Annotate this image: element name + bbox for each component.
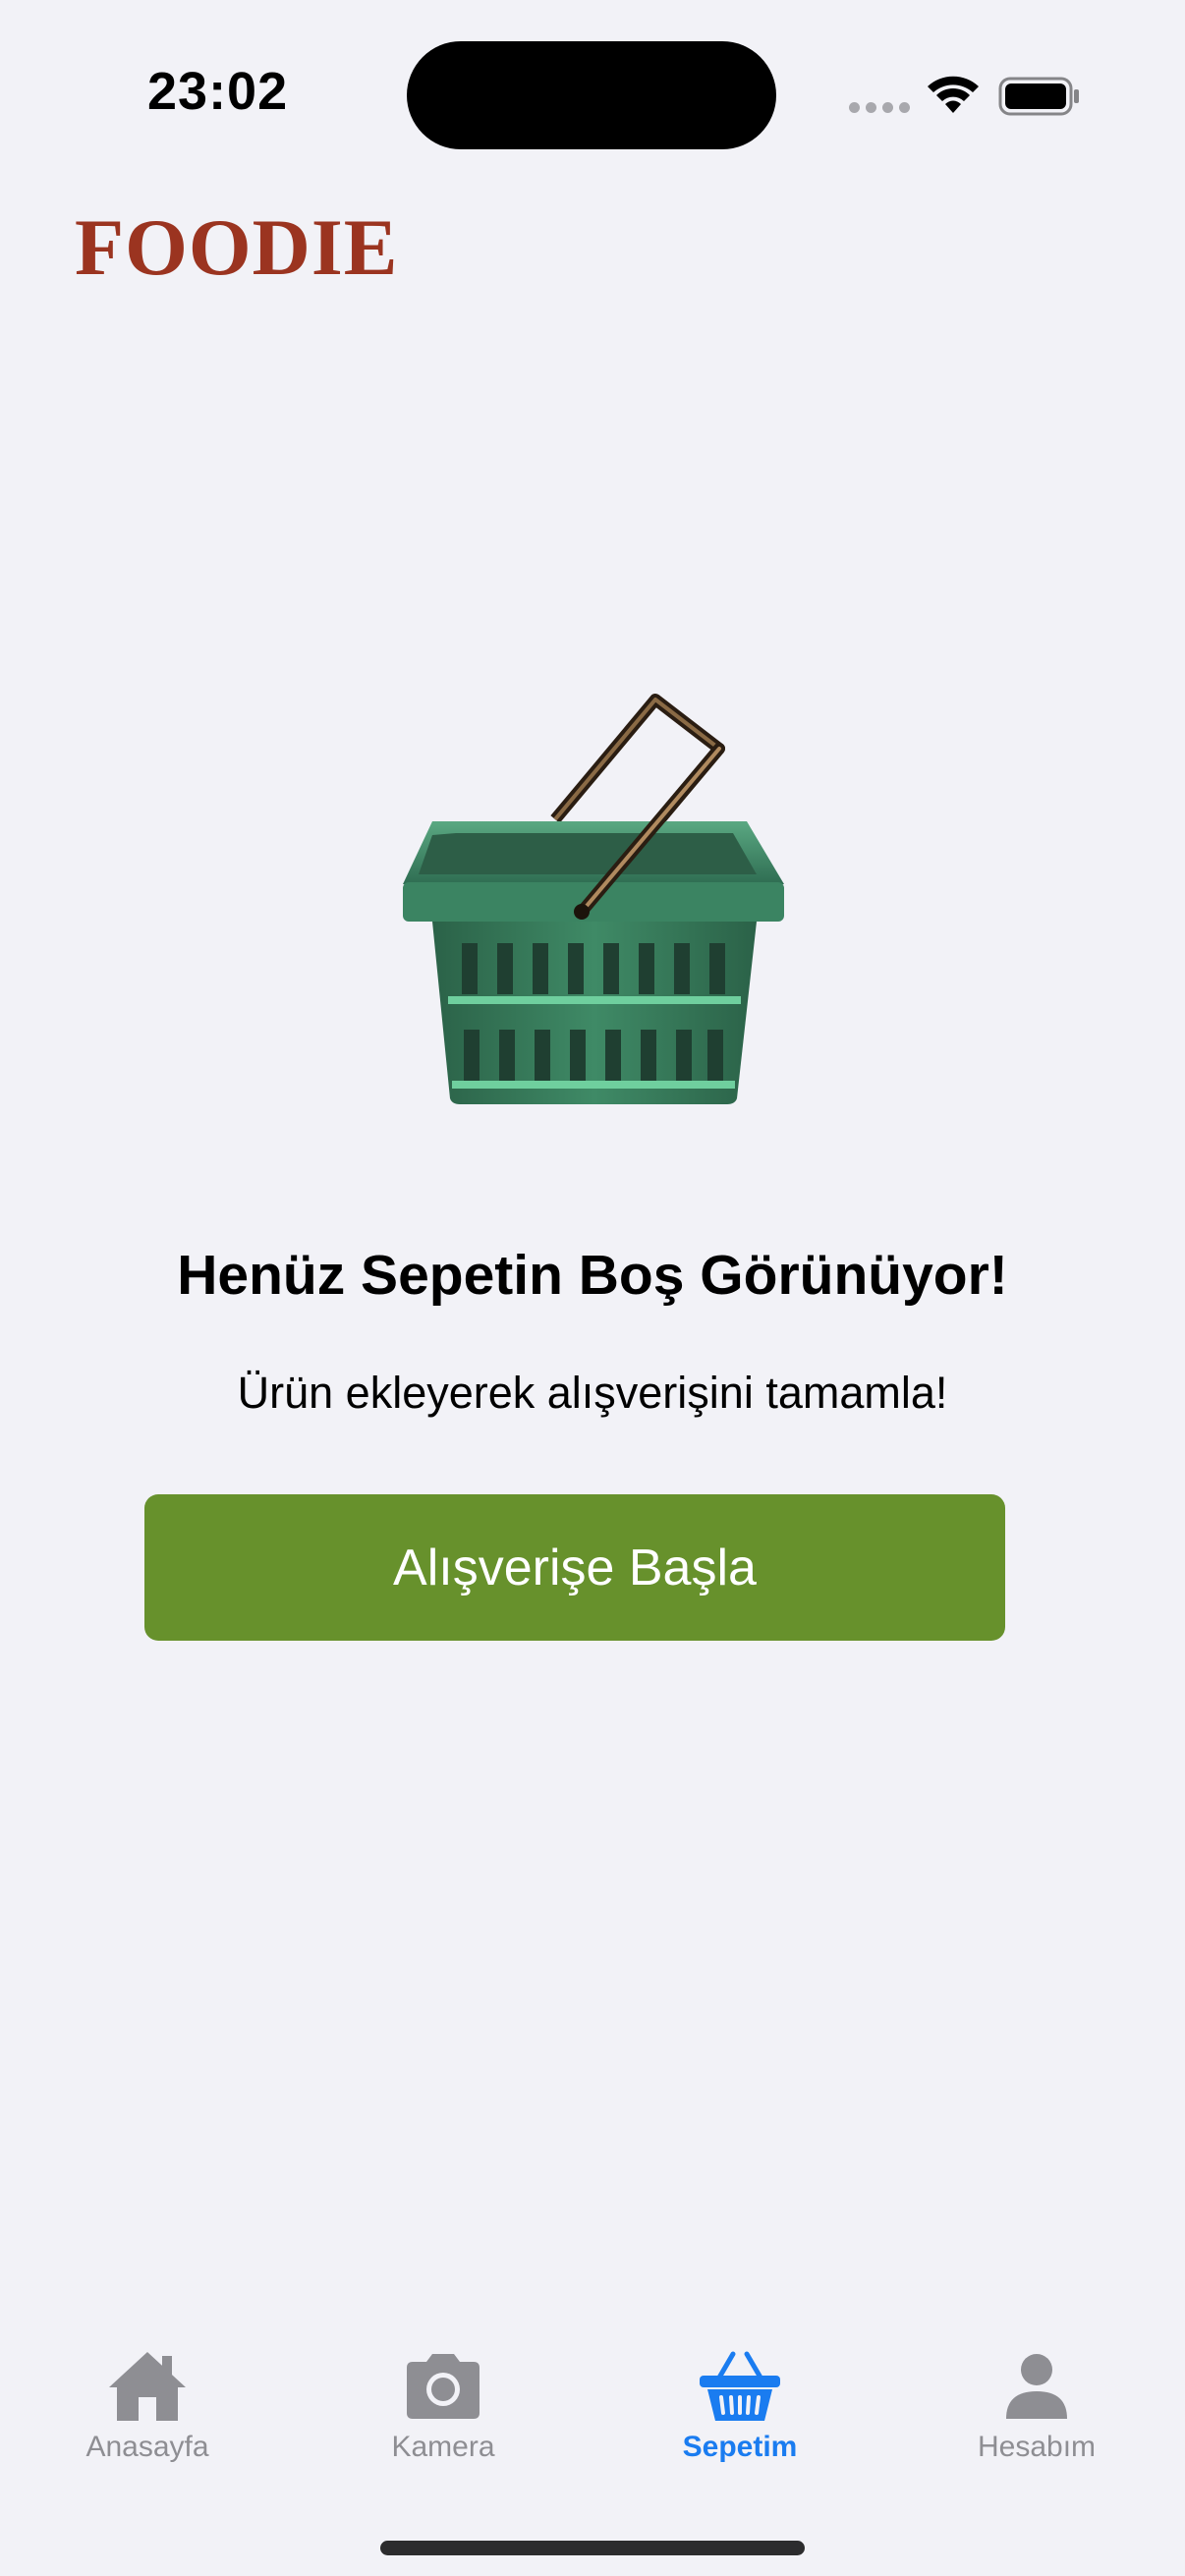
wifi-icon	[928, 76, 979, 113]
tab-account[interactable]: Hesabım	[914, 2328, 1159, 2476]
tab-camera[interactable]: Kamera	[320, 2328, 566, 2476]
home-icon	[109, 2352, 186, 2421]
person-icon	[1006, 2354, 1067, 2419]
empty-cart-title: Henüz Sepetin Boş Görünüyor!	[177, 1244, 1008, 1307]
camera-icon	[407, 2354, 480, 2419]
cellular-signal-icon	[849, 102, 910, 113]
home-indicator[interactable]	[380, 2541, 805, 2555]
start-shopping-button[interactable]: Alışverişe Başla	[144, 1494, 1005, 1641]
tab-camera-label: Kamera	[391, 2431, 495, 2463]
dynamic-island	[407, 41, 776, 149]
tab-cart-label: Sepetim	[682, 2431, 798, 2463]
tab-bar: Anasayfa Kamera Sepetim Hesabım	[0, 2328, 1185, 2476]
tab-home[interactable]: Anasayfa	[25, 2328, 270, 2476]
tab-cart[interactable]: Sepetim	[617, 2328, 863, 2476]
status-bar: 23:02	[0, 0, 1185, 196]
battery-icon	[998, 77, 1079, 116]
start-shopping-button-label: Alışverişe Başla	[393, 1539, 757, 1596]
tab-home-label: Anasayfa	[85, 2431, 209, 2463]
status-time: 23:02	[147, 62, 289, 121]
empty-cart-subtitle: Ürün ekleyerek alışverişini tamamla!	[237, 1368, 948, 1418]
brand-logo: FOODIE	[75, 202, 399, 292]
tab-account-label: Hesabım	[977, 2431, 1097, 2463]
shopping-basket-icon	[403, 694, 784, 1104]
basket-icon	[700, 2351, 780, 2421]
